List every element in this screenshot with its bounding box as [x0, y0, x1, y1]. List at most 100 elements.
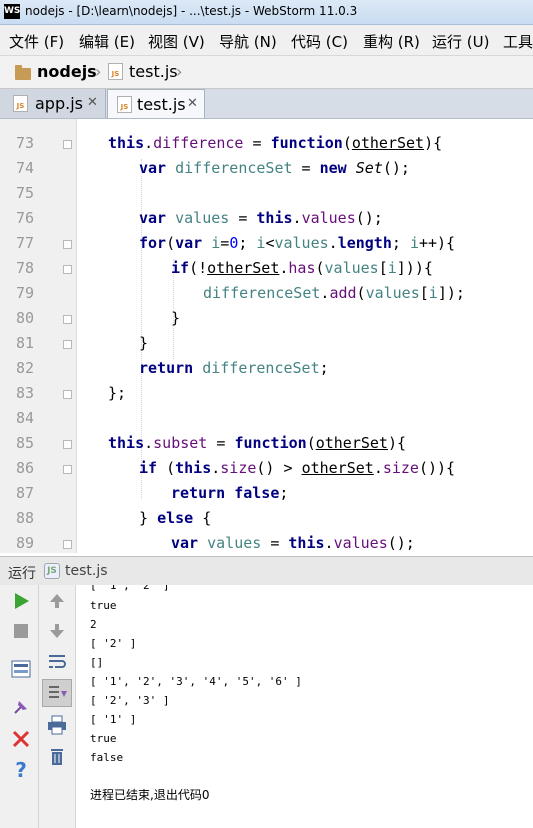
line-number: 87	[15, 484, 34, 502]
svg-text:?: ?	[15, 758, 27, 782]
code-line: var values = this.values();	[171, 534, 415, 552]
trash-icon[interactable]	[45, 745, 69, 769]
line-number: 73	[15, 134, 34, 152]
code-line: return differenceSet;	[139, 359, 329, 377]
output-line: true	[90, 732, 117, 745]
title-bar: WS nodejs - [D:\learn\nodejs] - ...\test…	[0, 0, 533, 25]
output-line: [ '1', '2' ]	[90, 585, 170, 592]
pin-icon[interactable]	[9, 695, 33, 719]
line-number: 79	[15, 284, 34, 302]
tab-app-js[interactable]: JS app.js ✕	[0, 89, 106, 118]
code-line: return false;	[171, 484, 289, 502]
code-line: differenceSet.add(values[i]);	[203, 284, 465, 302]
run-panel-header: 运行 JS test.js	[0, 556, 533, 586]
webstorm-logo-icon: WS	[4, 4, 20, 19]
menu-view[interactable]: 视图 (V)	[148, 31, 205, 52]
code-line: } else {	[139, 509, 212, 527]
run-panel-title: 运行	[8, 566, 36, 582]
tab-test-js[interactable]: JS test.js ✕	[107, 89, 205, 118]
arrow-down-icon[interactable]	[45, 619, 69, 643]
folder-icon	[15, 65, 31, 80]
line-number: 80	[15, 309, 34, 327]
window-title: nodejs - [D:\learn\nodejs] - ...\test.js…	[25, 4, 358, 18]
fold-marker-icon[interactable]	[63, 465, 72, 474]
fold-marker-icon[interactable]	[63, 140, 72, 149]
close-icon[interactable]: ✕	[87, 95, 98, 110]
output-line: false	[90, 751, 124, 764]
line-number: 82	[15, 359, 34, 377]
output-line: true	[90, 599, 117, 612]
run-tab-test-js[interactable]: test.js	[65, 563, 108, 579]
close-icon[interactable]: ✕	[187, 96, 198, 111]
scroll-to-end-icon	[49, 686, 67, 698]
close-icon[interactable]	[9, 727, 33, 751]
code-line: var differenceSet = new Set();	[139, 159, 410, 177]
fold-marker-icon[interactable]	[63, 440, 72, 449]
soft-wrap-icon[interactable]	[45, 649, 69, 673]
fold-marker-icon[interactable]	[63, 315, 72, 324]
code-line: this.difference = function(otherSet){	[108, 134, 443, 152]
tab-label: app.js	[35, 94, 83, 113]
fold-marker-icon[interactable]	[63, 240, 72, 249]
tab-label: test.js	[137, 95, 186, 114]
scroll-to-end-toggle[interactable]	[42, 679, 72, 707]
line-number: 85	[15, 434, 34, 452]
code-line: }	[139, 334, 149, 352]
code-line: };	[108, 384, 127, 402]
code-line: this.subset = function(otherSet){	[108, 434, 407, 452]
fold-marker-icon[interactable]	[63, 540, 72, 549]
breadcrumb-project[interactable]: nodejs	[37, 62, 97, 81]
menu-file[interactable]: 文件 (F)	[9, 31, 64, 52]
menu-run[interactable]: 运行 (U)	[432, 31, 489, 52]
run-toolbar: ?	[0, 585, 39, 828]
menu-refactor[interactable]: 重构 (R)	[363, 31, 420, 52]
print-icon[interactable]	[45, 713, 69, 737]
code-line: var values = this.values();	[139, 209, 383, 227]
output-line: [ '1', '2', '3', '4', '5', '6' ]	[90, 675, 302, 688]
menu-edit[interactable]: 编辑 (E)	[79, 31, 135, 52]
output-line: [ '2' ]	[90, 637, 137, 650]
code-line: }	[171, 309, 181, 327]
menu-navigate[interactable]: 导航 (N)	[219, 31, 277, 52]
js-file-icon: JS	[108, 63, 123, 80]
output-line: []	[90, 656, 104, 669]
process-exit-message: 进程已结束,退出代码0	[90, 788, 210, 802]
help-icon[interactable]: ?	[9, 758, 33, 782]
output-line: [ '2', '3' ]	[90, 694, 170, 707]
line-number: 74	[15, 159, 34, 177]
console-output[interactable]: [ '1', '2' ] true 2 [ '2' ] [] [ '1', '2…	[90, 585, 530, 828]
fold-marker-icon[interactable]	[63, 265, 72, 274]
line-number: 81	[15, 334, 34, 352]
run-panel: ? [ '1', '2' ] true 2 [ '2' ] [] [ '1', …	[0, 585, 533, 828]
line-number: 75	[15, 184, 34, 202]
menu-code[interactable]: 代码 (C)	[291, 31, 348, 52]
fold-marker-icon[interactable]	[63, 390, 72, 399]
line-number: 89	[15, 534, 34, 552]
editor-tab-bar: JS app.js ✕ JS test.js ✕	[0, 89, 533, 119]
code-editor[interactable]: 73 74 75 76 77 78 79 80 81 82 83 84 85 8…	[0, 119, 533, 553]
line-number: 78	[15, 259, 34, 277]
line-number: 86	[15, 459, 34, 477]
code-line: if (this.size() > otherSet.size()){	[139, 459, 456, 477]
menu-tools[interactable]: 工具	[503, 31, 533, 52]
chevron-right-icon: ›	[176, 62, 183, 81]
breadcrumb-file[interactable]: test.js	[129, 62, 178, 81]
code-line: for(var i=0; i<values.length; i++){	[139, 234, 456, 252]
arrow-up-icon[interactable]	[45, 589, 69, 613]
line-number-gutter: 73 74 75 76 77 78 79 80 81 82 83 84 85 8…	[0, 119, 77, 553]
console-toolbar	[39, 585, 76, 828]
js-file-icon: JS	[117, 96, 132, 113]
chevron-right-icon: ›	[95, 62, 102, 81]
output-line: [ '1' ]	[90, 713, 137, 726]
menu-bar: 文件 (F) 编辑 (E) 视图 (V) 导航 (N) 代码 (C) 重构 (R…	[0, 25, 533, 56]
fold-marker-icon[interactable]	[63, 340, 72, 349]
nodejs-icon: JS	[44, 563, 60, 579]
line-number: 88	[15, 509, 34, 527]
line-number: 84	[15, 409, 34, 427]
rerun-play-icon[interactable]	[9, 589, 33, 613]
layout-icon[interactable]	[9, 657, 33, 681]
line-number: 76	[15, 209, 34, 227]
stop-icon[interactable]	[9, 619, 33, 643]
line-number: 77	[15, 234, 34, 252]
breadcrumb: nodejs › JS test.js ›	[0, 56, 533, 89]
